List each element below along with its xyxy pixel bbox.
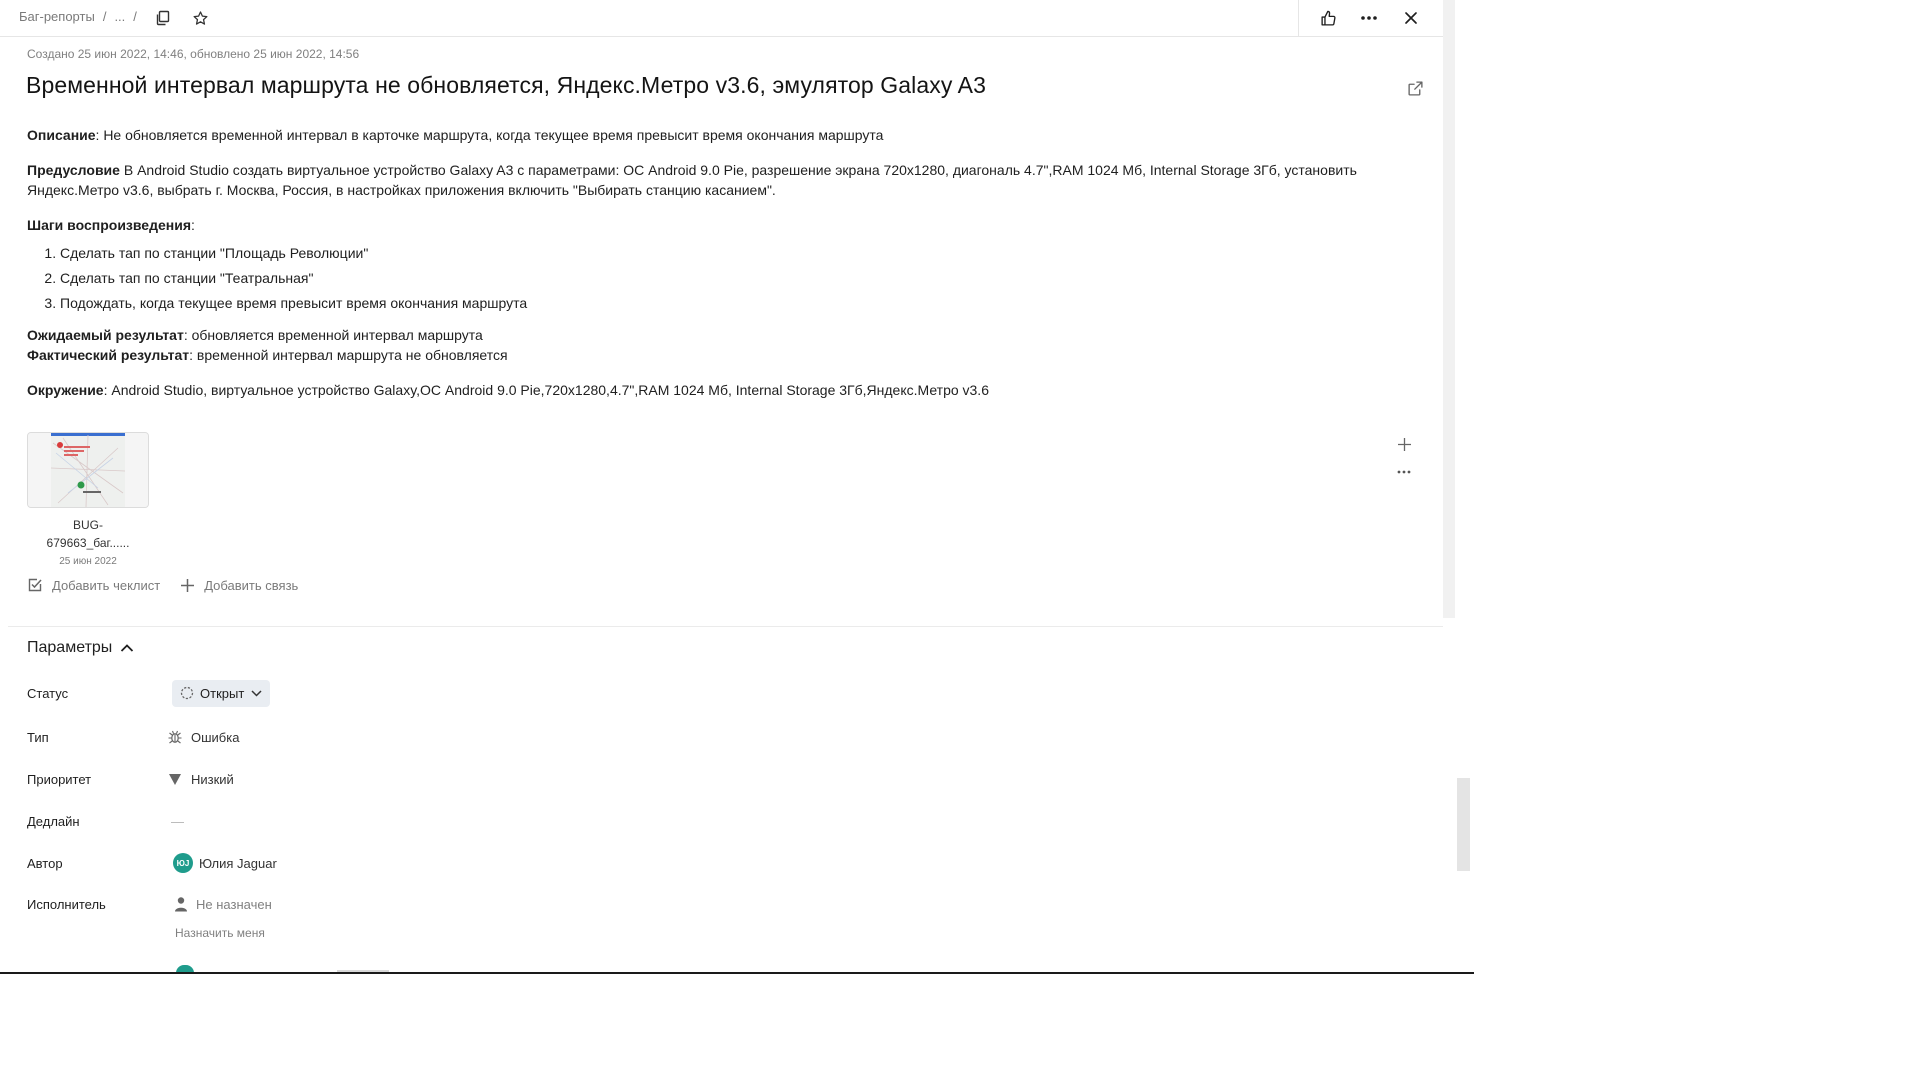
param-priority: Приоритет Низкий: [27, 767, 234, 791]
more-icon[interactable]: [1394, 462, 1414, 482]
assignee-text: Не назначен: [196, 896, 272, 912]
issue-content: Создано 25 июн 2022, 14:46, обновлено 25…: [0, 37, 1443, 621]
param-status: Статус Открыт: [27, 679, 271, 707]
expected-text: : обновляется временной интервал маршрут…: [183, 327, 483, 343]
param-label: Автор: [27, 855, 63, 871]
copy-icon[interactable]: [151, 6, 175, 30]
chevron-down-icon: [251, 689, 262, 697]
actual-text: : временной интервал маршрута не обновля…: [189, 347, 508, 363]
add-checklist-label: Добавить чеклист: [52, 577, 161, 593]
param-label: Исполнитель: [27, 896, 106, 912]
environment-text: : Android Studio, виртуальное устройство…: [103, 382, 989, 398]
param-label: Тип: [27, 729, 49, 745]
breadcrumb-separator: /: [133, 9, 137, 24]
param-type: Тип Ошибка: [27, 725, 239, 749]
attachment-name-line: BUG-: [73, 518, 103, 532]
attachment-thumbnail[interactable]: [27, 432, 149, 508]
priority-text: Низкий: [191, 771, 234, 787]
assign-me-link[interactable]: Назначить меня: [175, 926, 265, 940]
description-paragraph: Описание: Не обновляется временной интер…: [27, 125, 1407, 145]
avatar: ЮJ: [173, 853, 193, 873]
attachment-name: BUG- 679663_баг......: [27, 516, 149, 552]
add-checklist-button[interactable]: Добавить чеклист: [27, 577, 160, 593]
issue-description: Описание: Не обновляется временной интер…: [27, 125, 1407, 415]
horizontal-scrollbar-thumb[interactable]: [337, 970, 389, 972]
steps-label: Шаги воспроизведения: [27, 217, 191, 233]
param-label: Дедлайн: [27, 813, 80, 829]
description-label: Описание: [27, 127, 96, 143]
attachment-date: 25 июн 2022: [59, 556, 117, 567]
actual-label: Фактический результат: [27, 347, 190, 363]
chevron-up-icon: [120, 643, 134, 653]
add-link-button[interactable]: Добавить связь: [180, 578, 298, 593]
plus-icon[interactable]: [1394, 434, 1414, 454]
precondition-paragraph: Предусловие В Android Studio создать вир…: [27, 160, 1407, 200]
breadcrumb-root-link[interactable]: Баг-репорты: [19, 9, 95, 24]
like-icon[interactable]: [1316, 6, 1340, 30]
attachment-tools: [1394, 434, 1414, 490]
status-value: Открыт: [200, 685, 245, 701]
param-deadline: Дедлайн —: [27, 809, 184, 833]
steps-colon: :: [191, 217, 195, 233]
issue-panel: Баг-репорты / ... / Создано 25 июн 2022,…: [0, 0, 1920, 1080]
params-toggle[interactable]: Параметры: [27, 639, 134, 657]
issue-title: Временной интервал маршрута не обновляет…: [26, 72, 987, 98]
bug-icon: [167, 729, 183, 745]
star-icon[interactable]: [188, 6, 212, 30]
type-value[interactable]: Ошибка: [167, 729, 239, 745]
priority-value[interactable]: Низкий: [167, 771, 234, 787]
breadcrumb-separator: /: [102, 9, 107, 24]
actual-result: Фактический результат: временной интерва…: [27, 345, 1407, 365]
step-item: Подождать, когда текущее время превысит …: [60, 293, 1407, 313]
steps-list: Сделать тап по станции "Площадь Революци…: [27, 243, 1407, 313]
precondition-label: Предусловие: [27, 162, 120, 178]
attachment-name-line: 679663_баг......: [46, 536, 130, 550]
param-label: Статус: [27, 685, 69, 701]
breadcrumb: Баг-репорты / ... /: [19, 9, 145, 24]
environment-label: Окружение: [27, 382, 104, 398]
add-link-label: Добавить связь: [204, 577, 299, 593]
priority-low-icon: [167, 771, 183, 787]
open-external-icon[interactable]: [1404, 77, 1426, 99]
author-name: Юлия Jaguar: [199, 855, 277, 871]
step-item: Сделать тап по станции "Площадь Революци…: [60, 243, 1407, 263]
close-icon[interactable]: [1399, 6, 1423, 30]
plus-icon: [180, 578, 195, 593]
expected-result: Ожидаемый результат: обновляется временн…: [27, 325, 1407, 345]
issue-meta: Создано 25 июн 2022, 14:46, обновлено 25…: [27, 47, 360, 61]
author-value[interactable]: ЮJ Юлия Jaguar: [173, 853, 277, 873]
params-divider: [8, 626, 1443, 627]
top-bar: Баг-репорты / ... /: [0, 0, 1448, 37]
step-item: Сделать тап по станции "Театральная": [60, 268, 1407, 288]
param-assignee: Исполнитель Не назначен: [27, 892, 272, 916]
attachment[interactable]: BUG- 679663_баг...... 25 июн 2022: [27, 432, 149, 567]
steps-heading: Шаги воспроизведения:: [27, 215, 1407, 235]
top-actions: [1298, 0, 1449, 36]
user-icon: [174, 896, 188, 912]
expected-label: Ожидаемый результат: [27, 327, 184, 343]
precondition-text: В Android Studio создать виртуальное уст…: [27, 162, 1357, 198]
param-author: Автор ЮJ Юлия Jaguar: [27, 851, 277, 875]
panel-bottom-border: [0, 972, 1474, 974]
type-text: Ошибка: [191, 729, 240, 745]
assignee-value[interactable]: Не назначен: [174, 896, 272, 912]
content-scrollbar[interactable]: [1443, 0, 1455, 618]
deadline-value[interactable]: —: [171, 814, 184, 829]
quick-actions: Добавить чеклист Добавить связь: [27, 577, 318, 593]
panel-scrollbar-thumb[interactable]: [1457, 778, 1470, 871]
environment: Окружение: Android Studio, виртуальное у…: [27, 380, 1407, 400]
checkbox-icon: [27, 577, 43, 593]
description-text: : Не обновляется временной интервал в ка…: [95, 127, 884, 143]
more-icon[interactable]: [1357, 6, 1381, 30]
param-label: Приоритет: [27, 771, 92, 787]
status-dropdown[interactable]: Открыт: [172, 679, 271, 707]
params-title: Параметры: [27, 639, 113, 656]
breadcrumb-ellipsis[interactable]: ...: [114, 9, 125, 24]
status-open-icon: [180, 686, 194, 700]
